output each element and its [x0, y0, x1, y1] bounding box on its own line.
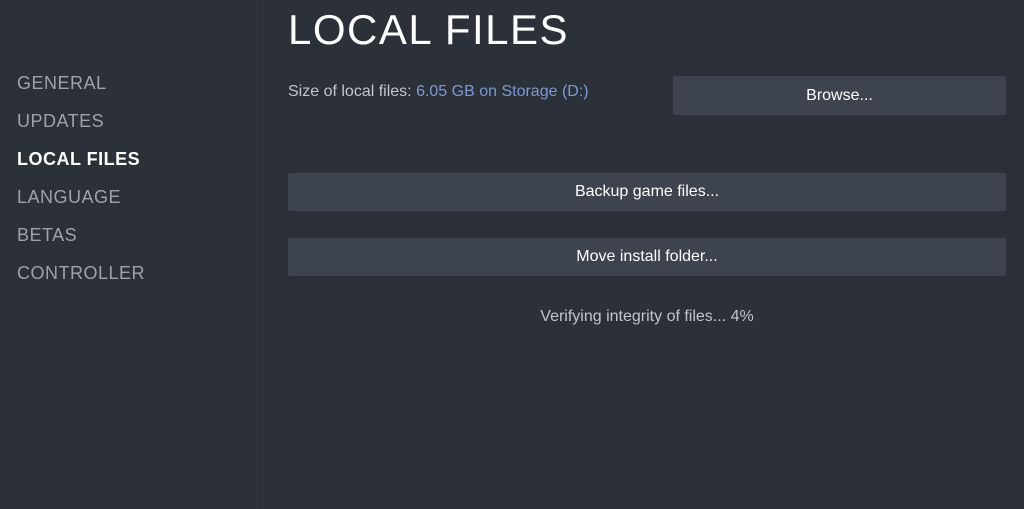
settings-sidebar: GENERAL UPDATES LOCAL FILES LANGUAGE BET…	[0, 0, 256, 509]
sidebar-item-general[interactable]: GENERAL	[0, 64, 256, 102]
page-title: LOCAL FILES	[288, 6, 570, 53]
sidebar-item-controller[interactable]: CONTROLLER	[0, 254, 256, 292]
size-of-local-files-value[interactable]: 6.05 GB on Storage (D:)	[416, 83, 589, 100]
sidebar-item-local-files[interactable]: LOCAL FILES	[0, 140, 256, 178]
sidebar-item-betas[interactable]: BETAS	[0, 216, 256, 254]
sidebar-item-language[interactable]: LANGUAGE	[0, 178, 256, 216]
move-install-folder-button[interactable]: Move install folder...	[288, 238, 1006, 276]
sidebar-item-updates[interactable]: UPDATES	[0, 102, 256, 140]
browse-button[interactable]: Browse...	[673, 76, 1006, 115]
local-files-size-row: Size of local files: 6.05 GB on Storage …	[288, 83, 589, 101]
backup-game-files-button[interactable]: Backup game files...	[288, 173, 1006, 211]
size-of-local-files-label: Size of local files:	[288, 83, 412, 100]
local-files-panel: LOCAL FILES Size of local files: 6.05 GB…	[256, 0, 1024, 509]
properties-dialog: GENERAL UPDATES LOCAL FILES LANGUAGE BET…	[0, 0, 1024, 509]
verify-integrity-status: Verifying integrity of files... 4%	[540, 308, 754, 325]
